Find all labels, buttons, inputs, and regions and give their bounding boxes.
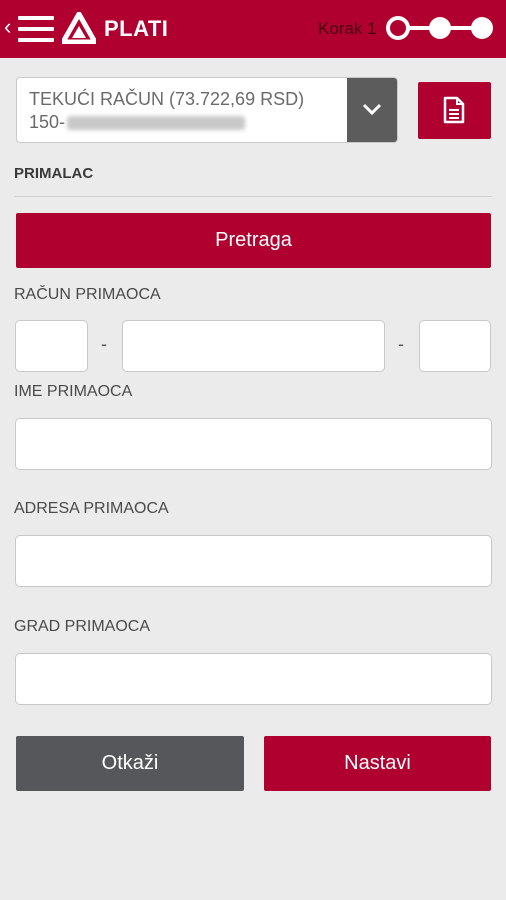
hamburger-line [18, 16, 54, 20]
account-select[interactable]: TEKUĆI RAČUN (73.722,69 RSD) 150- [16, 77, 398, 143]
section-divider [14, 196, 492, 197]
recipient-address-label: ADRESA PRIMAOCA [14, 500, 169, 517]
continue-button[interactable]: Nastavi [264, 736, 491, 791]
cancel-button[interactable]: Otkaži [16, 736, 244, 791]
search-button[interactable]: Pretraga [16, 213, 491, 268]
chevron-down-icon [362, 103, 382, 116]
top-bar: ‹ PLATI Korak 1 [0, 0, 506, 58]
recipient-section-title: PRIMALAC [14, 165, 94, 182]
step-2-dot [429, 17, 451, 39]
step-1-dot [386, 16, 410, 40]
account-dropdown-button[interactable] [347, 78, 397, 142]
recipient-name-field[interactable] [15, 418, 492, 470]
page-title: PLATI [104, 16, 169, 41]
account-balance-line: TEKUĆI RAČUN (73.722,69 RSD) [29, 89, 305, 109]
bank-logo [62, 12, 96, 44]
hamburger-line [18, 38, 54, 42]
hamburger-line [18, 27, 54, 31]
recipient-city-label: GRAD PRIMAOCA [14, 618, 151, 635]
recipient-city-field[interactable] [15, 653, 492, 705]
hamburger-icon[interactable] [18, 14, 54, 44]
account-number-field[interactable] [122, 320, 385, 372]
account-select-value: TEKUĆI RAČUN (73.722,69 RSD) 150- [29, 88, 304, 134]
chevron-left-icon[interactable]: ‹ [4, 16, 11, 38]
document-button[interactable] [418, 82, 491, 139]
account-control-digits-field[interactable] [419, 320, 491, 372]
account-number-prefix: 150- [29, 112, 66, 132]
account-separator: - [101, 334, 107, 354]
step-indicator-label: Korak 1 [318, 19, 377, 38]
recipient-address-field[interactable] [15, 535, 492, 587]
step-progress-indicator [386, 16, 493, 40]
recipient-name-label: IME PRIMAOCA [14, 383, 133, 400]
recipient-account-label: RAČUN PRIMAOCA [14, 286, 161, 303]
account-bank-code-field[interactable] [15, 320, 88, 372]
account-number-redacted [67, 115, 246, 130]
account-separator: - [398, 334, 404, 354]
document-icon [443, 96, 465, 124]
account-number-line: 150- [29, 111, 304, 134]
step-3-dot [471, 17, 493, 39]
